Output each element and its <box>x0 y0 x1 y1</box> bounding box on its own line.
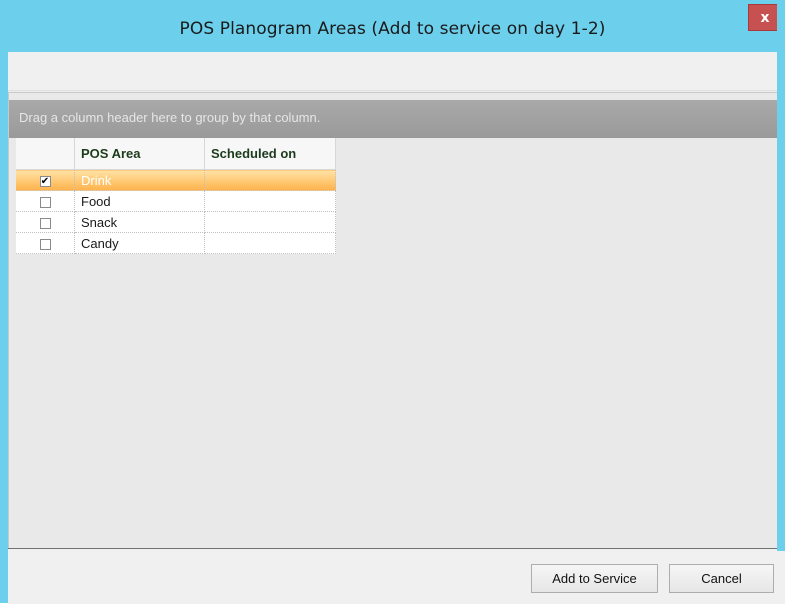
table-row[interactable]: ✔ Drink <box>16 169 336 191</box>
row-checkbox-cell[interactable]: ✔ <box>16 169 75 191</box>
grid-table: POS Area Scheduled on ✔ Drink Food Snack Can… <box>16 138 336 254</box>
dialog-client-area: Drag a column header here to group by th… <box>8 52 785 604</box>
window-border <box>777 0 785 551</box>
row-checkbox-cell[interactable] <box>16 190 75 212</box>
cancel-button[interactable]: Cancel <box>669 564 774 593</box>
title-bar[interactable]: POS Planogram Areas (Add to service on d… <box>0 0 785 52</box>
pos-area-cell[interactable]: Food <box>74 190 205 212</box>
checkbox-icon[interactable] <box>39 238 51 250</box>
checkbox-icon[interactable] <box>39 217 51 229</box>
row-checkbox-cell[interactable] <box>16 211 75 233</box>
add-to-service-button[interactable]: Add to Service <box>531 564 658 593</box>
table-row[interactable]: Candy <box>16 232 336 254</box>
window-title: POS Planogram Areas (Add to service on d… <box>179 19 606 39</box>
checkbox-icon[interactable] <box>39 196 51 208</box>
checkbox-icon[interactable]: ✔ <box>39 175 51 187</box>
footer-bar: Add to Service Cancel <box>8 548 785 604</box>
scheduled-on-cell[interactable] <box>204 169 336 191</box>
row-checkbox-cell[interactable] <box>16 232 75 254</box>
scheduled-on-cell[interactable] <box>204 232 336 254</box>
pos-area-cell[interactable]: Snack <box>74 211 205 233</box>
header-row: POS Area Scheduled on <box>16 138 336 170</box>
dialog-window: POS Planogram Areas (Add to service on d… <box>0 0 785 604</box>
group-by-panel[interactable]: Drag a column header here to group by th… <box>9 100 784 138</box>
scheduled-on-cell[interactable] <box>204 211 336 233</box>
table-row[interactable]: Snack <box>16 211 336 233</box>
scheduled-on-cell[interactable] <box>204 190 336 212</box>
data-grid: Drag a column header here to group by th… <box>8 92 785 599</box>
header-pos-area[interactable]: POS Area <box>74 138 205 170</box>
table-row[interactable]: Food <box>16 190 336 212</box>
header-checkbox-column[interactable] <box>16 138 75 170</box>
pos-area-cell[interactable]: Candy <box>74 232 205 254</box>
pos-area-cell[interactable]: Drink <box>74 169 205 191</box>
close-icon: x <box>760 10 770 26</box>
header-scheduled-on[interactable]: Scheduled on <box>204 138 336 170</box>
toolbar <box>8 52 785 91</box>
grid-body: ✔ Drink Food Snack Candy <box>16 169 336 254</box>
